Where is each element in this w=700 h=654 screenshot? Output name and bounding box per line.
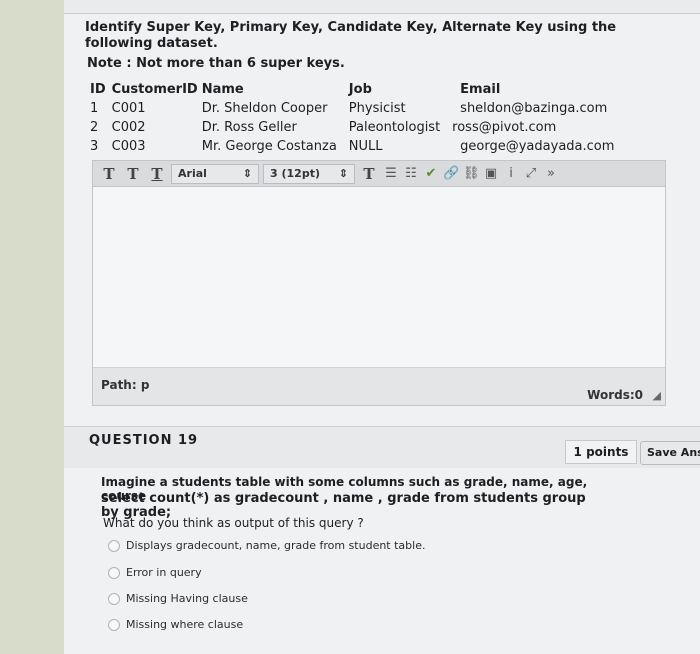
header-job: Job bbox=[348, 82, 372, 97]
question-ask: What do you think as output of this quer… bbox=[103, 516, 364, 530]
cell-id: 2 bbox=[90, 120, 99, 135]
option-label[interactable]: Missing where clause bbox=[126, 618, 243, 631]
rich-text-editor: T T T Arial ⇕ 3 (12pt) ⇕ T ☰ ☷ ✔ 🔗 ⛓ ▣ i… bbox=[92, 160, 666, 406]
info-icon[interactable]: i bbox=[503, 166, 519, 181]
font-size-value: 3 (12pt) bbox=[270, 167, 320, 180]
text-color-icon[interactable]: T bbox=[359, 165, 379, 183]
cell-email: george@yadayada.com bbox=[460, 139, 615, 154]
bullet-list-icon[interactable]: ☰ bbox=[383, 166, 399, 181]
dataset-header-row: ID CustomerID Name Job Email bbox=[90, 80, 620, 99]
cell-name: Dr. Sheldon Cooper bbox=[201, 101, 328, 116]
save-answer-button[interactable]: Save Ans bbox=[640, 441, 700, 465]
answer-option[interactable]: Missing where clause bbox=[108, 618, 243, 631]
header-email: Email bbox=[460, 82, 501, 97]
radio-button[interactable] bbox=[108, 566, 120, 579]
cell-job: Physicist bbox=[348, 101, 406, 116]
header-name: Name bbox=[201, 82, 244, 97]
resize-handle-icon[interactable]: ◢ bbox=[653, 389, 661, 402]
expand-toolbar-icon[interactable]: » bbox=[543, 166, 559, 181]
question-title: QUESTION 19 bbox=[89, 433, 199, 448]
answer-option[interactable]: Error in query bbox=[108, 566, 202, 579]
table-row: 1 C001 Dr. Sheldon Cooper Physicist shel… bbox=[90, 99, 620, 118]
insert-media-icon[interactable]: ▣ bbox=[483, 166, 499, 181]
numbered-list-icon[interactable]: ☷ bbox=[403, 166, 419, 181]
question-note: Note : Not more than 6 super keys. bbox=[87, 56, 345, 71]
header-customerid: CustomerID bbox=[111, 82, 198, 97]
radio-button[interactable] bbox=[108, 539, 120, 552]
font-family-value: Arial bbox=[178, 167, 207, 180]
dataset-table: ID CustomerID Name Job Email 1 C001 Dr. … bbox=[90, 80, 620, 156]
font-size-select[interactable]: 3 (12pt) ⇕ bbox=[263, 163, 355, 184]
link-icon[interactable]: 🔗 bbox=[443, 166, 459, 181]
cell-customerid: C001 bbox=[111, 101, 146, 116]
font-family-select[interactable]: Arial ⇕ bbox=[171, 163, 259, 184]
select-arrows-icon: ⇕ bbox=[242, 167, 252, 180]
spellcheck-icon[interactable]: ✔ bbox=[423, 166, 439, 181]
radio-button[interactable] bbox=[108, 618, 120, 631]
question-text: Identify Super Key, Primary Key, Candida… bbox=[85, 20, 617, 51]
fullscreen-icon[interactable]: ⤢ bbox=[523, 166, 539, 181]
editor-toolbar: T T T Arial ⇕ 3 (12pt) ⇕ T ☰ ☷ ✔ 🔗 ⛓ ▣ i… bbox=[93, 161, 665, 187]
option-label[interactable]: Missing Having clause bbox=[126, 592, 248, 605]
cell-name: Dr. Ross Geller bbox=[201, 120, 297, 135]
table-row: 2 C002 Dr. Ross Geller Paleontologist ro… bbox=[90, 118, 620, 137]
underline-text-button[interactable]: T bbox=[147, 165, 167, 183]
path-label: Path: p bbox=[101, 378, 150, 392]
bold-text-button[interactable]: T bbox=[99, 165, 119, 183]
header-id: ID bbox=[90, 82, 106, 97]
radio-button[interactable] bbox=[108, 592, 120, 605]
cell-name: Mr. George Costanza bbox=[201, 139, 337, 154]
option-label[interactable]: Error in query bbox=[126, 566, 202, 579]
editor-text-area[interactable] bbox=[93, 187, 665, 367]
unlink-icon[interactable]: ⛓ bbox=[463, 166, 480, 181]
cell-job: NULL bbox=[348, 139, 383, 154]
points-badge: 1 points bbox=[565, 440, 637, 464]
word-count: Words:0 bbox=[587, 388, 643, 402]
cell-id: 1 bbox=[90, 101, 99, 116]
cell-customerid: C002 bbox=[111, 120, 146, 135]
select-arrows-icon: ⇕ bbox=[338, 167, 348, 180]
answer-option[interactable]: Displays gradecount, name, grade from st… bbox=[108, 539, 425, 552]
cell-customerid: C003 bbox=[111, 139, 146, 154]
left-rail bbox=[0, 0, 64, 654]
top-border bbox=[64, 0, 700, 14]
cell-email: sheldon@bazinga.com bbox=[460, 101, 608, 116]
answer-option[interactable]: Missing Having clause bbox=[108, 592, 248, 605]
cell-id: 3 bbox=[90, 139, 99, 154]
editor-statusbar: Path: p Words:0 ◢ bbox=[93, 367, 665, 405]
cell-job: Paleontologist bbox=[348, 120, 441, 135]
table-row: 3 C003 Mr. George Costanza NULL george@y… bbox=[90, 137, 620, 156]
italic-text-button[interactable]: T bbox=[123, 165, 143, 183]
cell-email: ross@pivot.com bbox=[452, 120, 557, 135]
option-label[interactable]: Displays gradecount, name, grade from st… bbox=[126, 539, 425, 552]
